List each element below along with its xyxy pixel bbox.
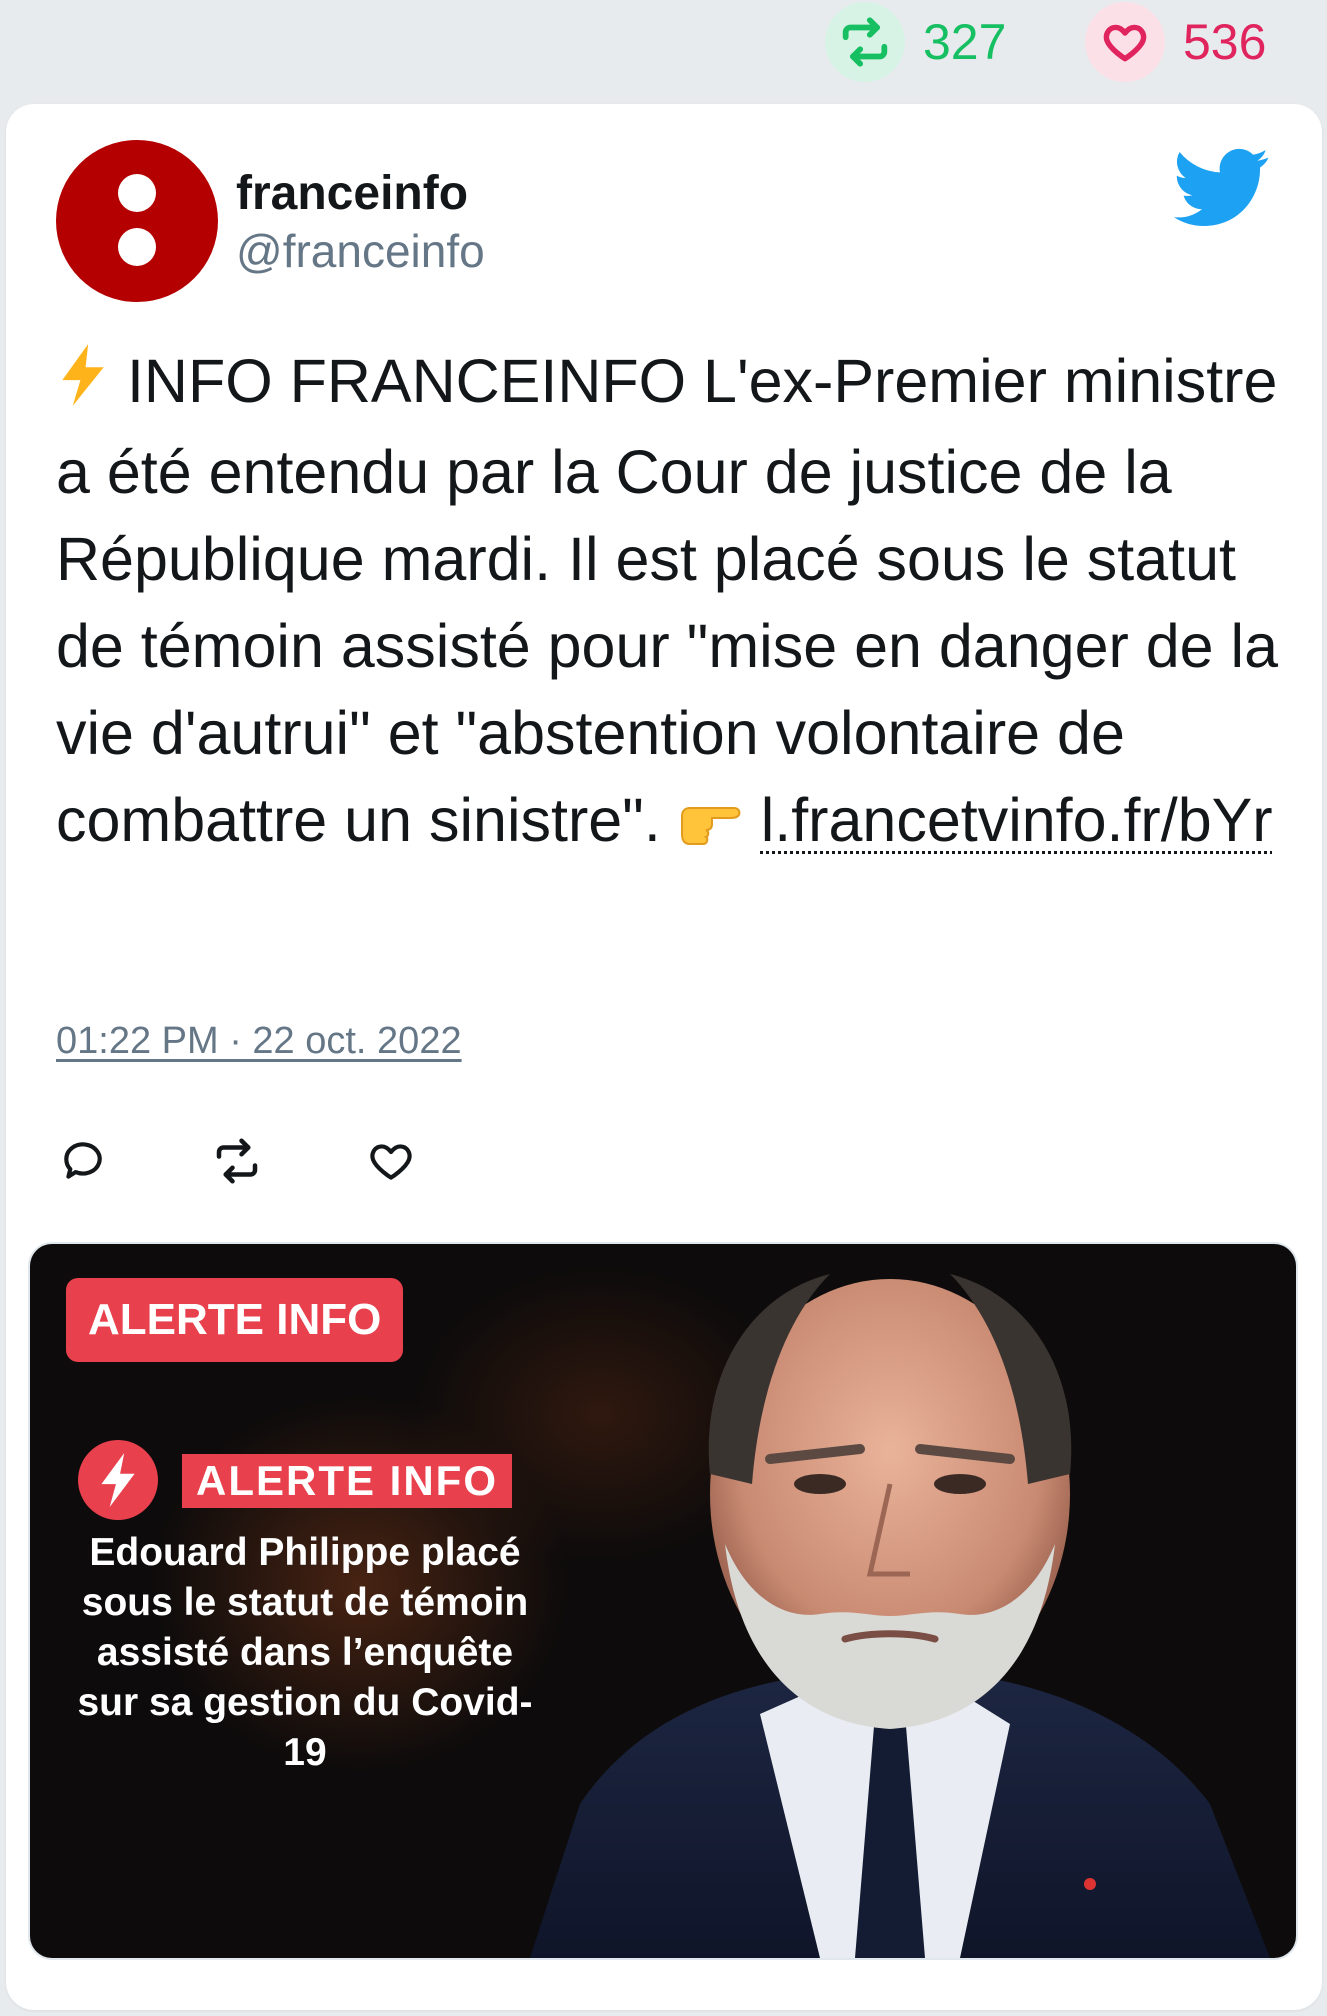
tweet-body: INFO FRANCEINFO L'ex-Premier ministre a … [56,347,1279,855]
retweet-icon [825,2,905,82]
avatar[interactable] [56,140,218,302]
engagement-bar: 327 536 [0,0,1327,100]
lightning-icon [56,342,110,429]
tweet-actions [56,1134,518,1188]
retweet-stat[interactable]: 327 [825,0,1006,84]
display-name[interactable]: franceinfo [236,166,468,221]
reply-icon[interactable] [56,1134,110,1188]
pointing-hand-icon [678,782,744,869]
like-count: 536 [1183,14,1267,70]
alert-info-badge: ALERTE INFO [66,1278,404,1362]
tweet-media-image[interactable]: ALERTE INFO ALERTE INFO Edouard Philippe… [30,1244,1296,1958]
user-handle[interactable]: @franceinfo [236,224,485,278]
avatar-dot-top [118,174,156,212]
tweet-timestamp[interactable]: 01:22 PM · 22 oct. 2022 [56,1020,462,1063]
tweet-card: franceinfo @franceinfo INFO FRANCEINFO L… [6,104,1322,2010]
like-action-icon[interactable] [364,1134,418,1188]
heart-icon [1085,2,1165,82]
retweet-count: 327 [923,14,1007,70]
like-stat[interactable]: 536 [1085,0,1266,84]
media-headline: Edouard Philippe placé sous le statut de… [77,1531,533,1774]
portrait-photo [530,1274,1270,1958]
alert-info-band: ALERTE INFO [182,1454,512,1508]
twitter-bird-icon[interactable] [1174,148,1270,233]
lightning-icon [78,1440,158,1520]
tweet-text: INFO FRANCEINFO L'ex-Premier ministre a … [56,338,1286,869]
retweet-action-icon[interactable] [210,1134,264,1188]
avatar-dot-bottom [118,228,156,266]
tweet-link[interactable]: l.francetvinfo.fr/bYr [761,786,1273,854]
